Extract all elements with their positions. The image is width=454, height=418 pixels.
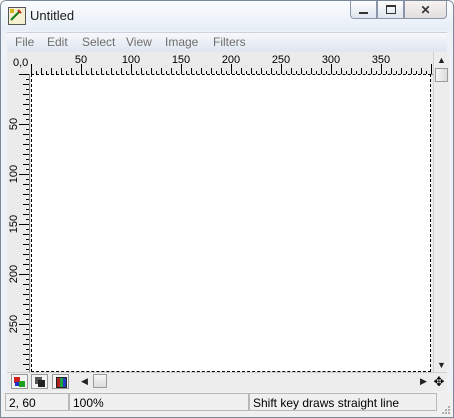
- arrow-down-icon: ▼: [437, 359, 446, 370]
- title-bar[interactable]: Untitled ✕: [1, 1, 453, 31]
- hruler-label: 100: [122, 54, 140, 66]
- paint-brush-icon: [8, 7, 26, 25]
- vruler-label: 250: [8, 315, 20, 333]
- vertical-scrollbar[interactable]: ▲ ▼: [433, 52, 449, 372]
- window-title: Untitled: [30, 8, 75, 23]
- layer-front-icon: [38, 380, 45, 387]
- scroll-right-button[interactable]: ▶: [416, 374, 431, 389]
- vruler-label: 50: [8, 118, 20, 130]
- layers-button[interactable]: [31, 374, 48, 389]
- move-arrows-icon: ✥: [433, 373, 445, 389]
- vruler-label: 100: [8, 165, 20, 183]
- editor-area: 0,0 50 100 150 200 250 300 350 50 100 15…: [7, 52, 449, 391]
- scroll-left-button[interactable]: ◀: [77, 374, 92, 389]
- vertical-ruler: 50 100 150 200 250: [8, 74, 30, 372]
- ruler-origin-label: 0,0: [13, 57, 29, 69]
- color-palette-button[interactable]: [11, 374, 28, 389]
- pan-button[interactable]: ✥: [431, 373, 447, 390]
- hruler-label: 300: [322, 54, 340, 66]
- drawing-canvas[interactable]: [31, 74, 431, 372]
- status-coordinates: 2, 60: [5, 393, 69, 411]
- filmstrip-button[interactable]: [52, 374, 69, 389]
- vruler-label: 200: [8, 265, 20, 283]
- hruler-label: 50: [75, 54, 87, 66]
- color-swatch-icon: [19, 381, 25, 387]
- horizontal-scroll-thumb[interactable]: [93, 374, 107, 388]
- restore-icon: [385, 5, 396, 14]
- menu-select[interactable]: Select: [82, 35, 115, 49]
- menu-image[interactable]: Image: [165, 35, 198, 49]
- resize-grip-icon[interactable]: [441, 405, 451, 415]
- horizontal-scrollbar[interactable]: ◀ ▶: [77, 373, 431, 390]
- scroll-down-button[interactable]: ▼: [434, 357, 449, 372]
- arrow-left-icon: ◀: [81, 376, 88, 386]
- horizontal-ruler: 50 100 150 200 250 300 350: [31, 54, 433, 75]
- color-swatch-icon: [15, 382, 19, 386]
- app-window: Untitled ✕ File Edit Select View Image F…: [0, 0, 454, 418]
- arrow-right-icon: ▶: [420, 376, 427, 386]
- menu-view[interactable]: View: [126, 35, 152, 49]
- arrow-up-icon: ▲: [437, 54, 446, 65]
- hruler-label: 150: [172, 54, 190, 66]
- menu-edit[interactable]: Edit: [47, 35, 68, 49]
- menu-bar: File Edit Select View Image Filters: [7, 32, 447, 52]
- status-bar: 2, 60 100% Shift key draws straight line: [1, 391, 453, 417]
- status-hint: Shift key draws straight line: [249, 393, 437, 411]
- maximize-button[interactable]: [377, 1, 404, 19]
- hruler-label: 250: [272, 54, 290, 66]
- vertical-scroll-thumb[interactable]: [435, 68, 448, 82]
- hruler-label: 350: [372, 54, 390, 66]
- scroll-up-button[interactable]: ▲: [434, 52, 449, 67]
- menu-file[interactable]: File: [15, 35, 34, 49]
- hruler-label: 200: [222, 54, 240, 66]
- minimize-icon: [359, 11, 368, 14]
- vruler-label: 150: [8, 215, 20, 233]
- close-button[interactable]: ✕: [404, 1, 447, 19]
- close-icon: ✕: [420, 2, 431, 17]
- menu-filters[interactable]: Filters: [213, 35, 246, 49]
- status-zoom: 100%: [69, 393, 249, 411]
- bottom-toolbar: ◀ ▶ ✥: [7, 372, 447, 390]
- minimize-button[interactable]: [350, 1, 377, 19]
- filmstrip-icon: [56, 377, 67, 388]
